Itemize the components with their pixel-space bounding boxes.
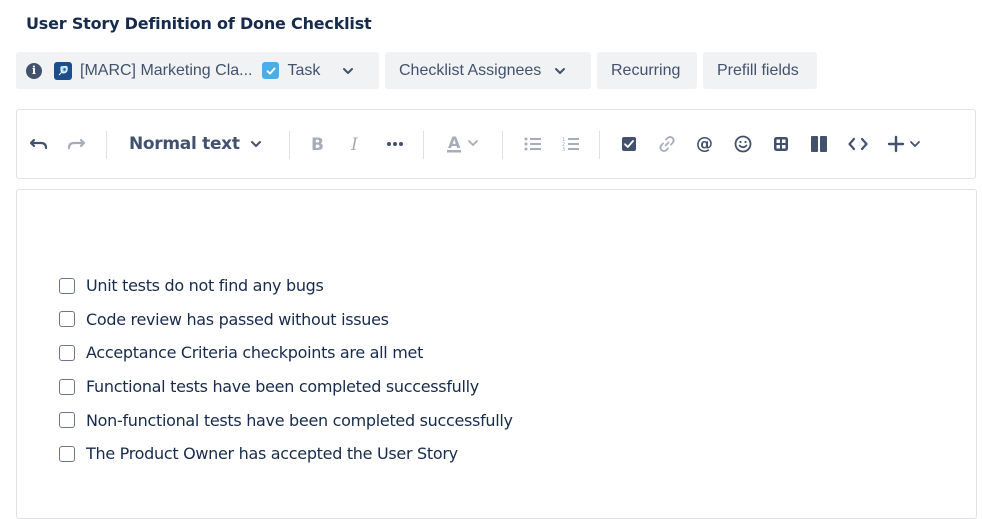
- insert-icon[interactable]: [883, 110, 927, 178]
- checklist-editor[interactable]: Unit tests do not find any bugs Code rev…: [16, 189, 977, 519]
- svg-text:I: I: [350, 135, 358, 153]
- checklist-item: Functional tests have been completed suc…: [59, 370, 513, 404]
- checklist-item-label[interactable]: Functional tests have been completed suc…: [86, 377, 479, 396]
- prefill-fields-label: Prefill fields: [717, 61, 799, 79]
- checklist-item: Acceptance Criteria checkpoints are all …: [59, 336, 513, 370]
- task-type-icon: [262, 62, 280, 79]
- checkbox[interactable]: [59, 412, 75, 429]
- emoji-icon[interactable]: [729, 110, 757, 178]
- checkbox[interactable]: [59, 311, 75, 328]
- undo-icon[interactable]: [25, 110, 53, 178]
- toolbar-divider: [106, 131, 107, 159]
- mention-icon[interactable]: @: [691, 110, 719, 178]
- toolbar-divider: [599, 131, 600, 159]
- checklist-item: Non-functional tests have been completed…: [59, 403, 513, 437]
- more-formatting-icon[interactable]: [381, 110, 409, 178]
- checklist-item-label[interactable]: The Product Owner has accepted the User …: [86, 444, 458, 463]
- bullet-list-icon[interactable]: [519, 110, 547, 178]
- italic-icon[interactable]: I: [342, 110, 370, 178]
- svg-text:3: 3: [562, 147, 565, 152]
- layouts-icon[interactable]: [805, 110, 833, 178]
- checklist-item-label[interactable]: Code review has passed without issues: [86, 310, 389, 329]
- svg-text:@: @: [696, 135, 713, 153]
- project-label: [MARC] Marketing Cla...: [80, 61, 253, 79]
- chevron-down-icon[interactable]: [342, 67, 354, 75]
- bold-icon[interactable]: B: [303, 110, 331, 178]
- checkbox[interactable]: [59, 344, 75, 361]
- checklist: Unit tests do not find any bugs Code rev…: [59, 269, 513, 471]
- svg-text:A: A: [448, 134, 461, 152]
- checklist-item: Unit tests do not find any bugs: [59, 269, 513, 303]
- recurring-label: Recurring: [611, 61, 681, 79]
- checkbox[interactable]: [59, 378, 75, 395]
- redo-icon[interactable]: [62, 110, 90, 178]
- text-style-label: Normal text: [129, 134, 240, 154]
- code-icon[interactable]: [844, 110, 872, 178]
- link-icon[interactable]: [653, 110, 681, 178]
- checkbox[interactable]: [59, 277, 75, 294]
- recurring-button[interactable]: Recurring: [597, 52, 697, 89]
- checklist-item: Code review has passed without issues: [59, 303, 513, 337]
- table-icon[interactable]: [767, 110, 795, 178]
- page-title: User Story Definition of Done Checklist: [26, 14, 372, 33]
- checklist-assignees-label: Checklist Assignees: [399, 61, 542, 79]
- checkbox[interactable]: [59, 445, 75, 462]
- toolbar-divider: [502, 131, 503, 159]
- info-icon[interactable]: i: [26, 62, 42, 79]
- prefill-fields-button[interactable]: Prefill fields: [703, 52, 817, 89]
- chevron-down-icon: [554, 67, 566, 75]
- checklist-item: The Product Owner has accepted the User …: [59, 437, 513, 471]
- action-item-icon[interactable]: [615, 110, 643, 178]
- toolbar-divider: [423, 131, 424, 159]
- editor-toolbar: Normal text B I A 123 @: [16, 109, 976, 179]
- project-avatar-icon: [54, 61, 72, 80]
- text-color-icon[interactable]: A: [441, 110, 485, 178]
- text-style-dropdown[interactable]: Normal text: [129, 110, 269, 178]
- toolbar-divider: [289, 131, 290, 159]
- issue-type-label: Task: [287, 61, 321, 79]
- numbered-list-icon[interactable]: 123: [557, 110, 585, 178]
- chip-row: i [MARC] Marketing Cla... Task Checklist…: [16, 52, 817, 89]
- project-issue-type-selector[interactable]: i [MARC] Marketing Cla... Task: [16, 52, 379, 89]
- svg-text:B: B: [311, 135, 324, 153]
- checklist-item-label[interactable]: Acceptance Criteria checkpoints are all …: [86, 343, 423, 362]
- checklist-item-label[interactable]: Unit tests do not find any bugs: [86, 276, 324, 295]
- checklist-item-label[interactable]: Non-functional tests have been completed…: [86, 411, 513, 430]
- checklist-assignees-button[interactable]: Checklist Assignees: [385, 52, 591, 89]
- chevron-down-icon: [250, 140, 262, 148]
